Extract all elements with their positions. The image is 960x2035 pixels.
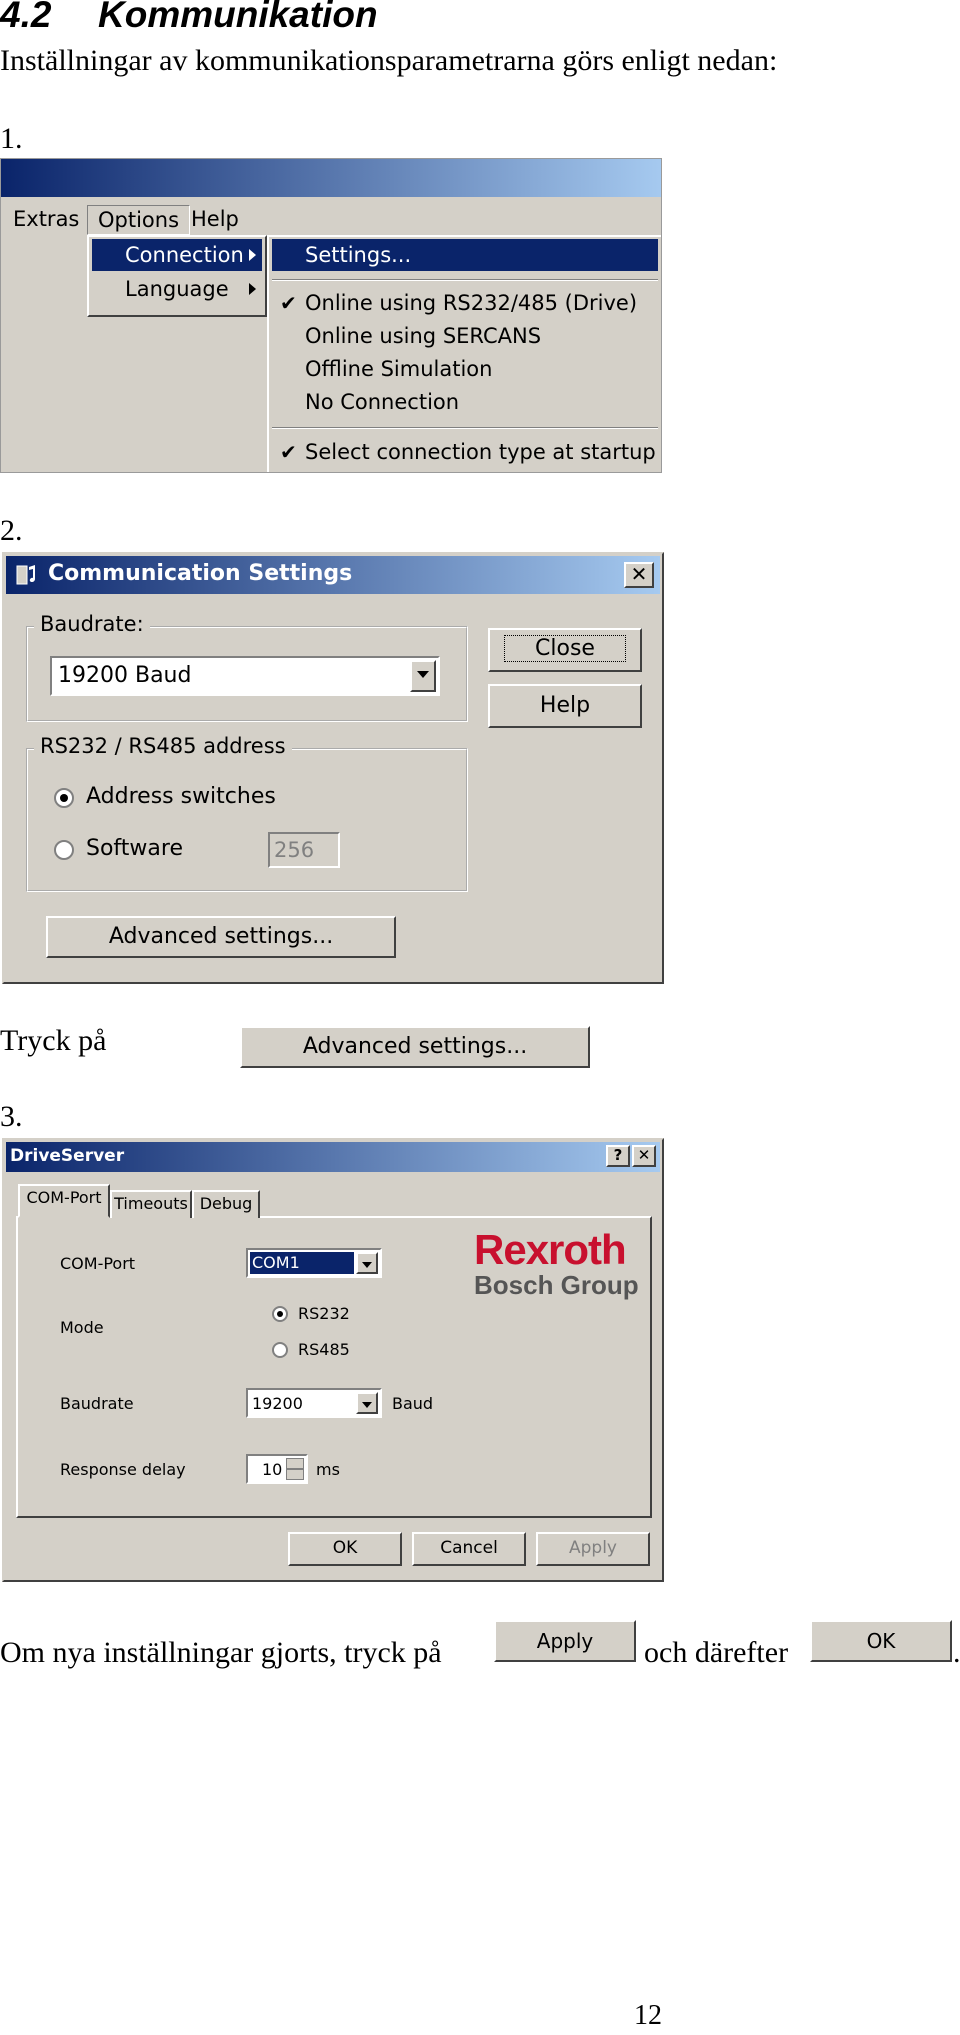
tab-timeouts[interactable]: Timeouts: [110, 1190, 192, 1218]
bosch-group-logo-text: Bosch Group: [474, 1270, 639, 1300]
rs485-radio[interactable]: [272, 1342, 288, 1358]
menu-item-no-connection[interactable]: No Connection: [272, 386, 658, 418]
address-switches-label: Address switches: [86, 784, 276, 809]
cancel-button[interactable]: Cancel: [412, 1532, 526, 1566]
app-icon: [16, 565, 35, 585]
baudrate-dropdown-button[interactable]: [356, 1392, 378, 1414]
ok-inline-button: OK: [810, 1620, 952, 1662]
ok-button[interactable]: OK: [288, 1532, 402, 1566]
rs232-label: RS232: [298, 1304, 350, 1323]
menu-item-online-rs232[interactable]: ✔ Online using RS232/485 (Drive): [272, 287, 658, 319]
dialog-title: Communication Settings: [48, 561, 353, 586]
dialog-title: DriveServer: [10, 1146, 125, 1166]
check-icon: ✔: [280, 440, 297, 464]
mode-label: Mode: [60, 1318, 104, 1337]
advanced-settings-inline-button: Advanced settings...: [240, 1026, 590, 1068]
section-heading: 4.2 Kommunikation: [0, 0, 378, 36]
menu-screenshot: Extras Options Help Connection Language …: [0, 158, 662, 473]
address-switches-radio[interactable]: [54, 788, 74, 808]
baud-unit: Baud: [392, 1394, 434, 1413]
menu-item-connection-label: Connection: [125, 243, 244, 267]
baudrate-select[interactable]: 19200 Baud: [50, 656, 440, 696]
spin-down-icon[interactable]: [286, 1469, 304, 1480]
menu-item-language-label: Language: [125, 277, 229, 301]
communication-settings-dialog: Communication Settings ✕ Baudrate: 19200…: [2, 552, 664, 984]
check-icon: ✔: [280, 291, 297, 315]
radio-dot: [60, 794, 68, 802]
apply-button[interactable]: Apply: [536, 1532, 650, 1566]
menu-item-offline[interactable]: Offline Simulation: [272, 353, 658, 385]
comport-label: COM-Port: [60, 1254, 136, 1273]
menu-help[interactable]: Help: [181, 205, 249, 233]
step-label-2: 2.: [0, 514, 23, 547]
tab-com-port[interactable]: COM-Port: [18, 1184, 110, 1218]
comport-dropdown-button[interactable]: [356, 1252, 378, 1274]
radio-dot: [277, 1311, 283, 1317]
menu-item-online-sercans[interactable]: Online using SERCANS: [272, 320, 658, 352]
menu-item-connection[interactable]: Connection: [92, 239, 262, 271]
menu-item-language[interactable]: Language: [92, 273, 262, 305]
help-icon[interactable]: ?: [606, 1145, 630, 1167]
menu-item-settings[interactable]: Settings...: [272, 239, 658, 271]
section-number: 4.2: [0, 0, 52, 35]
final-text-end: .: [953, 1636, 960, 1669]
help-button[interactable]: Help: [488, 684, 642, 728]
baudrate-label: Baudrate:: [34, 612, 150, 636]
close-icon[interactable]: ✕: [624, 562, 654, 588]
software-radio[interactable]: [54, 840, 74, 860]
comport-value: COM1: [250, 1252, 354, 1274]
menu-item-startup-label: Select connection type at startup: [305, 440, 656, 464]
response-delay-label: Response delay: [60, 1460, 186, 1479]
section-title: Kommunikation: [98, 0, 378, 35]
intro-paragraph: Inställningar av kommunikationsparametra…: [0, 44, 778, 77]
tab-debug[interactable]: Debug: [192, 1190, 260, 1218]
apply-inline-button: Apply: [494, 1620, 636, 1662]
delay-unit: ms: [316, 1460, 340, 1479]
baudrate-label: Baudrate: [60, 1394, 134, 1413]
close-button[interactable]: Close: [488, 628, 642, 672]
response-delay-spinner[interactable]: 10: [246, 1454, 308, 1484]
submenu-arrow-icon: [249, 283, 256, 295]
menu-separator: [272, 427, 658, 429]
menu-item-startup[interactable]: ✔ Select connection type at startup: [272, 436, 658, 468]
software-label: Software: [86, 836, 183, 861]
submenu-arrow-icon: [249, 249, 256, 261]
rs232-radio[interactable]: [272, 1306, 288, 1322]
address-group-label: RS232 / RS485 address: [34, 734, 292, 758]
baudrate-dropdown-button[interactable]: [410, 660, 436, 692]
rexroth-logo-text: Rexroth: [474, 1226, 627, 1273]
close-button-label: Close: [504, 635, 626, 662]
baudrate-select[interactable]: 19200: [246, 1388, 382, 1418]
options-dropdown: Connection Language: [87, 235, 267, 317]
driveserver-dialog: DriveServer ? ✕ COM-Port Timeouts Debug …: [2, 1138, 664, 1582]
step-label-1: 1.: [0, 122, 23, 155]
spin-up-icon[interactable]: [286, 1458, 304, 1469]
menu-extras[interactable]: Extras: [3, 205, 89, 233]
connection-submenu: Settings... ✔ Online using RS232/485 (Dr…: [267, 235, 661, 472]
address-group: [26, 748, 468, 892]
chevron-down-icon: [362, 1402, 372, 1408]
press-text: Tryck på: [0, 1024, 107, 1057]
menu-separator: [272, 279, 658, 281]
dialog-titlebar: Communication Settings ✕: [6, 556, 660, 594]
dialog-titlebar: DriveServer ? ✕: [6, 1142, 660, 1172]
advanced-settings-button[interactable]: Advanced settings...: [46, 916, 396, 958]
close-icon[interactable]: ✕: [632, 1145, 656, 1167]
chevron-down-icon: [417, 671, 429, 678]
menu-options[interactable]: Options: [87, 205, 191, 235]
comport-select[interactable]: COM1: [246, 1248, 382, 1278]
step-label-3: 3.: [0, 1100, 23, 1133]
menu-item-online-rs232-label: Online using RS232/485 (Drive): [305, 291, 638, 315]
page-number: 12: [634, 2000, 662, 2031]
chevron-down-icon: [362, 1262, 372, 1268]
baudrate-value: 19200 Baud: [58, 663, 192, 688]
response-delay-value: 10: [262, 1460, 283, 1479]
window-titlebar: [1, 159, 661, 197]
final-text-part2: och därefter: [644, 1636, 789, 1669]
baudrate-value: 19200: [252, 1394, 303, 1413]
final-text-part1: Om nya inställningar gjorts, tryck på: [0, 1636, 442, 1669]
rs485-label: RS485: [298, 1340, 350, 1359]
software-address-field[interactable]: 256: [268, 832, 340, 868]
